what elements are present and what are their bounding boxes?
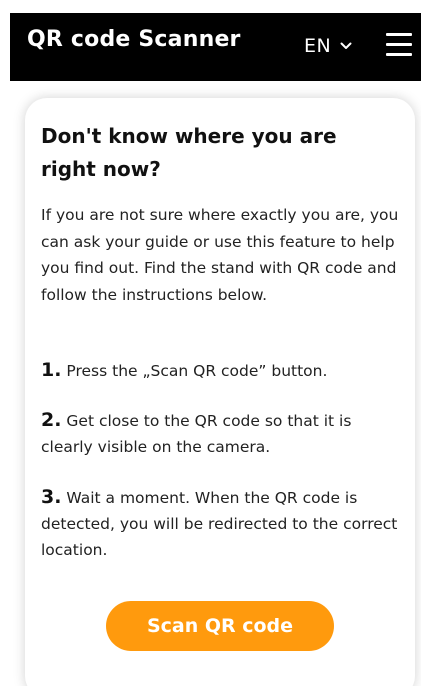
instructions-card: Don't know where you are right now? If y… — [25, 98, 415, 686]
intro-text: If you are not sure where exactly you ar… — [41, 206, 399, 304]
scan-qr-code-button[interactable]: Scan QR code — [106, 601, 334, 651]
app-title: QR code Scanner — [27, 27, 241, 52]
hamburger-menu-icon[interactable] — [386, 33, 412, 57]
language-label: EN — [304, 35, 332, 57]
language-selector[interactable]: EN — [304, 31, 352, 61]
step-text: Get close to the QR code so that it is c… — [41, 412, 352, 456]
card-title: Don't know where you are right now? — [41, 124, 337, 181]
step-text: Wait a moment. When the QR code is detec… — [41, 489, 398, 559]
step-number: 3. — [41, 486, 62, 508]
menu-line — [386, 43, 412, 46]
top-bar: QR code Scanner EN — [10, 13, 421, 81]
step-number: 2. — [41, 409, 62, 431]
step-1: 1. Press the „Scan QR code” button. — [41, 357, 401, 384]
chevron-down-icon — [340, 42, 352, 49]
menu-line — [386, 53, 412, 56]
menu-line — [386, 33, 412, 36]
step-3: 3. Wait a moment. When the QR code is de… — [41, 484, 401, 563]
step-text: Press the „Scan QR code” button. — [66, 362, 328, 380]
app-screen: QR code Scanner EN Don't know where you … — [0, 0, 421, 686]
step-number: 1. — [41, 359, 62, 381]
step-2: 2. Get close to the QR code so that it i… — [41, 407, 401, 460]
